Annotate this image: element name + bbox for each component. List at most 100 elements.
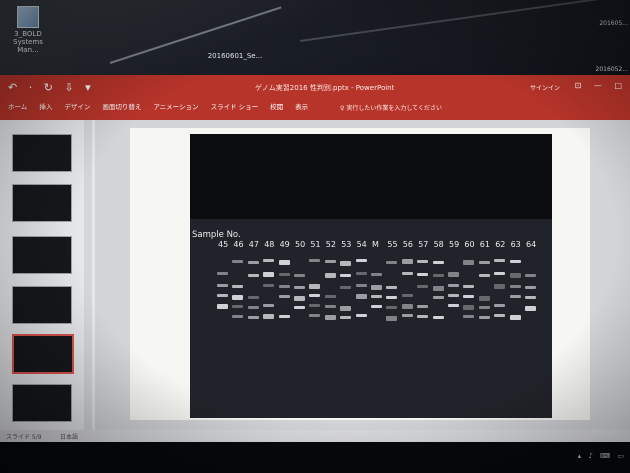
slide-thumbnail[interactable] (12, 286, 72, 324)
gel-band (217, 294, 228, 297)
lane-number: 55 (387, 240, 398, 249)
system-tray[interactable]: ▴ ♪ ⌨ ▭ (578, 452, 624, 460)
powerpoint-ribbon: ↶ · ↻ ⇩ ▾ ゲノム実習2016 性判別.pptx - PowerPoin… (0, 75, 630, 120)
gel-band (448, 284, 459, 287)
lane-number: M (372, 240, 379, 249)
gel-band (463, 295, 475, 298)
wallpaper-streak (299, 0, 598, 42)
gel-band (417, 260, 429, 263)
slide-thumbnail-selected[interactable] (12, 334, 74, 374)
gel-band (324, 273, 336, 278)
minimize-icon[interactable]: — (594, 81, 602, 90)
gel-band (371, 285, 382, 290)
gel-band (509, 285, 521, 288)
gel-band (463, 260, 475, 265)
tab-home[interactable]: ホーム (8, 101, 27, 111)
slide-indicator: スライド 5/9 (6, 434, 42, 441)
gel-band (278, 273, 290, 276)
gel-band (386, 261, 398, 264)
gel-band (525, 286, 536, 289)
gel-band (478, 261, 490, 264)
lane-number: 63 (510, 240, 521, 249)
slide-thumbnail[interactable] (12, 134, 72, 172)
gel-band (417, 273, 429, 276)
lane-number: 58 (433, 240, 444, 249)
gel-band (232, 305, 244, 308)
gel-band (509, 295, 521, 298)
gel-band (401, 304, 413, 309)
tab-review[interactable]: 校閲 (270, 101, 283, 111)
gel-band (340, 261, 352, 266)
tab-slideshow[interactable]: スライド ショー (211, 101, 259, 111)
gel-band (478, 296, 490, 301)
tab-insert[interactable]: 挿入 (39, 101, 52, 111)
gel-band (432, 316, 444, 319)
status-bar: スライド 5/9 日本語 (0, 430, 630, 442)
quick-access-toolbar[interactable]: ↶ · ↻ ⇩ ▾ (8, 81, 95, 94)
tab-animations[interactable]: アニメーション (153, 101, 198, 111)
tab-view[interactable]: 表示 (295, 101, 308, 111)
lane-number: 54 (356, 240, 367, 249)
gel-band (371, 273, 382, 276)
lane-number: 48 (264, 240, 275, 249)
gel-band (525, 306, 536, 311)
gel-band (494, 314, 506, 317)
lane-number: 53 (341, 240, 352, 249)
gel-band (355, 284, 367, 287)
gel-band (448, 294, 459, 297)
gel-band (247, 316, 259, 319)
gel-band (509, 273, 521, 278)
gel-band (494, 304, 506, 307)
desktop-icon-bold-systems[interactable]: 3_BOLD Systems Man... (8, 6, 48, 54)
ribbon-display-icon[interactable]: ⊡ (575, 81, 582, 90)
tell-me-search[interactable]: ♀ 実行したい作業を入力してください (340, 103, 442, 112)
desktop-icon-20160601[interactable]: 20160601_Se... (200, 52, 270, 60)
gel-band (401, 272, 413, 275)
gel-band (401, 259, 413, 264)
gel-band (232, 260, 244, 263)
gel-band (232, 285, 244, 288)
gel-band (309, 314, 321, 317)
desktop-icon-label: 3_BOLD (14, 30, 42, 38)
lane-number: 56 (402, 240, 413, 249)
window-controls[interactable]: ⊡ — □ (575, 81, 622, 90)
gel-band (463, 285, 475, 288)
slide-thumbnail[interactable] (12, 236, 72, 274)
gel-band (263, 284, 275, 287)
gel-band (463, 315, 475, 318)
desktop-icon-label: 20160601_Se... (207, 52, 263, 60)
gel-band (324, 315, 336, 320)
lane-number: 52 (325, 240, 336, 249)
gel-band (263, 314, 275, 319)
slide-thumbnail[interactable] (12, 384, 72, 422)
gel-band (340, 306, 352, 311)
gel-band (232, 295, 244, 300)
gel-band (509, 260, 521, 263)
gel-band (355, 294, 367, 299)
gel-band (340, 274, 352, 277)
gel-band (401, 314, 413, 317)
shortcut-icon (17, 6, 39, 28)
thumbnail-scrollbar[interactable] (84, 120, 92, 430)
ribbon-tabs: ホーム 挿入 デザイン 画面切り替え アニメーション スライド ショー 校閲 表… (8, 101, 308, 111)
gel-band (217, 304, 228, 309)
tab-design[interactable]: デザイン (64, 101, 90, 111)
window-title: ゲノム実習2016 性判別.pptx - PowerPoint (255, 84, 395, 92)
gel-band (525, 296, 536, 299)
lane-number: 50 (295, 240, 306, 249)
gel-band (309, 304, 321, 307)
maximize-icon[interactable]: □ (614, 81, 622, 90)
tab-transitions[interactable]: 画面切り替え (102, 101, 141, 111)
lane-number: 60 (464, 240, 475, 249)
gel-band (386, 286, 398, 289)
gel-band (294, 274, 305, 277)
gel-band (247, 306, 259, 309)
lane-number: 51 (310, 240, 321, 249)
slide-thumbnail[interactable] (12, 184, 72, 222)
gel-band (247, 261, 259, 264)
gel-band (371, 305, 382, 308)
gel-band (355, 259, 367, 262)
current-slide[interactable]: Sample No. 45 46 47 48 49 50 51 52 53 54 M 55 56 57 58… (130, 128, 590, 420)
signin-link[interactable]: サインイン (530, 83, 560, 92)
gel-band (340, 316, 352, 319)
